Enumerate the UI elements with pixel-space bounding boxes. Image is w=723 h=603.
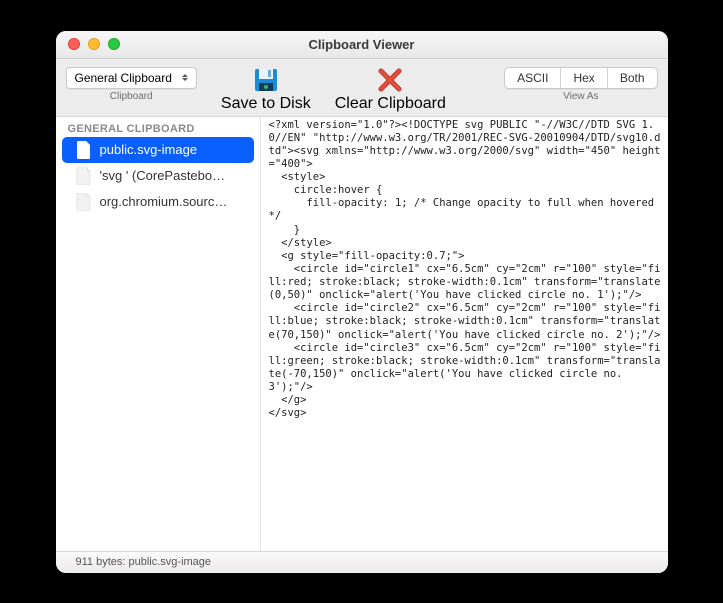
window-title: Clipboard Viewer [56, 37, 668, 52]
sidebar-item-label: public.svg-image [100, 142, 198, 157]
app-window: Clipboard Viewer General Clipboard Clipb… [56, 31, 668, 573]
clipboard-dropdown-value: General Clipboard [75, 71, 172, 85]
viewas-caption: View As [563, 91, 598, 102]
sidebar: GENERAL CLIPBOARD public.svg-image 'svg … [56, 117, 261, 551]
floppy-disk-icon [251, 65, 281, 95]
sidebar-item-public-svg[interactable]: public.svg-image [62, 137, 254, 163]
file-icon [76, 167, 92, 185]
file-icon [76, 193, 92, 211]
x-icon [375, 65, 405, 95]
titlebar: Clipboard Viewer [56, 31, 668, 59]
clear-caption: Clear Clipboard [335, 95, 446, 113]
toolbar: General Clipboard Clipboard Save to Disk [56, 59, 668, 117]
viewas-hex[interactable]: Hex [560, 68, 606, 88]
sidebar-item-label: org.chromium.sourc… [100, 194, 228, 209]
chevron-updown-icon [178, 74, 192, 81]
viewas-ascii[interactable]: ASCII [505, 68, 560, 88]
clipboard-selector-group: General Clipboard Clipboard [66, 63, 197, 102]
viewas-both[interactable]: Both [607, 68, 657, 88]
viewas-group: ASCII Hex Both View As [504, 63, 657, 102]
save-to-disk-button[interactable]: Save to Disk [221, 63, 311, 113]
clipboard-dropdown[interactable]: General Clipboard [66, 67, 197, 89]
statusbar: 911 bytes: public.svg-image [56, 551, 668, 573]
clipboard-dropdown-caption: Clipboard [110, 91, 153, 102]
content-area: GENERAL CLIPBOARD public.svg-image 'svg … [56, 117, 668, 551]
sidebar-item-label: 'svg ' (CorePastebo… [100, 168, 226, 183]
clear-clipboard-button[interactable]: Clear Clipboard [335, 63, 446, 113]
file-icon [76, 141, 92, 159]
viewas-segmented: ASCII Hex Both [504, 67, 657, 89]
sidebar-section-header: GENERAL CLIPBOARD [56, 119, 260, 137]
save-caption: Save to Disk [221, 95, 311, 113]
sidebar-item-chromium-source[interactable]: org.chromium.sourc… [62, 189, 254, 215]
content-viewer[interactable]: <?xml version="1.0"?><!DOCTYPE svg PUBLI… [261, 117, 668, 551]
sidebar-item-svg-corepaste[interactable]: 'svg ' (CorePastebo… [62, 163, 254, 189]
status-text: 911 bytes: public.svg-image [76, 556, 212, 568]
